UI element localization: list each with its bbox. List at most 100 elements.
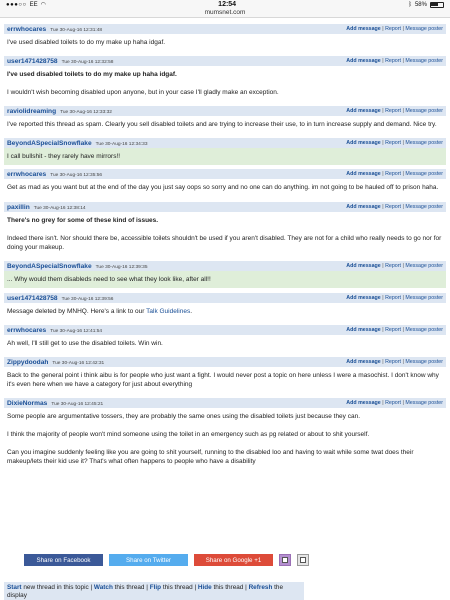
post-actions: Add message | Report | Message poster [346,26,443,32]
message-poster-link[interactable]: Message poster [405,400,443,406]
post-author[interactable]: Zippydoodah [7,359,48,366]
post-timestamp: Tue 30-Aug-16 12:45:21 [51,401,104,407]
message-poster-link[interactable]: Message poster [405,140,443,146]
message-poster-link[interactable]: Message poster [405,171,443,177]
refresh-display-link[interactable]: Refresh [249,584,273,591]
report-link[interactable]: Report [385,400,401,406]
post-paragraph: I've reported this thread as spam. Clear… [7,121,437,128]
post-paragraph: I think the majority of people won't min… [7,431,370,438]
post-author-block: errwhocares Tue 30-Aug-16 12:41:54 [7,327,102,334]
email-icon[interactable] [279,554,291,566]
print-icon[interactable] [297,554,309,566]
post-author[interactable]: BeyondASpecialSnowflake [7,263,92,270]
post-author[interactable]: raviolidreaming [7,108,56,115]
report-link[interactable]: Report [385,108,401,114]
post-actions: Add message | Report | Message poster [346,400,443,406]
report-link[interactable]: Report [385,263,401,269]
post-body: I've reported this thread as spam. Clear… [4,116,446,133]
post-author[interactable]: user1471428758 [7,295,58,302]
post: user1471428758 Tue 30-Aug-16 12:39:56 Add … [4,293,446,320]
add-message-link[interactable]: Add message [346,263,380,269]
message-poster-link[interactable]: Message poster [405,204,443,210]
post-header: raviolidreaming Tue 30-Aug-16 12:33:32 Add… [4,106,446,116]
start-thread-link[interactable]: Start [7,584,22,591]
post-body: I've used disabled toilets to do my make… [4,66,446,101]
report-link[interactable]: Report [385,140,401,146]
post: raviolidreaming Tue 30-Aug-16 12:33:32 Add… [4,106,446,133]
post-author[interactable]: errwhocares [7,171,46,178]
add-message-link[interactable]: Add message [346,171,380,177]
post: errwhocares Tue 30-Aug-16 12:35:56 Add mes… [4,169,446,196]
share-facebook-button[interactable]: Share on Facebook [24,554,103,566]
share-twitter-button[interactable]: Share on Twitter [109,554,188,566]
post-author-block: raviolidreaming Tue 30-Aug-16 12:33:32 [7,108,112,115]
message-poster-link[interactable]: Message poster [405,58,443,64]
message-poster-link[interactable]: Message poster [405,295,443,301]
post-author[interactable]: DixieNormas [7,400,47,407]
add-message-link[interactable]: Add message [346,359,380,365]
hide-thread-link[interactable]: Hide [198,584,212,591]
post: Zippydoodah Tue 30-Aug-16 12:42:31 Add mes… [4,357,446,393]
report-link[interactable]: Report [385,359,401,365]
add-message-link[interactable]: Add message [346,327,380,333]
message-poster-link[interactable]: Message poster [405,26,443,32]
flip-thread-link[interactable]: Flip [150,584,161,591]
post-author[interactable]: user1471428758 [7,58,58,65]
post-actions: Add message | Report | Message poster [346,295,443,301]
add-message-link[interactable]: Add message [346,140,380,146]
post-body: Some people are argumentative tossers, t… [4,408,446,470]
post-paragraph: Some people are argumentative tossers, t… [7,413,361,420]
post-header: BeyondASpecialSnowflake Tue 30-Aug-16 12:… [4,138,446,148]
post: BeyondASpecialSnowflake Tue 30-Aug-16 12:… [4,261,446,288]
report-link[interactable]: Report [385,327,401,333]
post-author[interactable]: errwhocares [7,327,46,334]
carrier: EE [29,1,38,8]
report-link[interactable]: Report [385,171,401,177]
post-author[interactable]: paxillin [7,204,30,211]
report-link[interactable]: Report [385,26,401,32]
address-bar[interactable]: mumsnet.com [0,9,450,18]
share-bar: Share on Facebook Share on Twitter Share… [24,554,309,566]
add-message-link[interactable]: Add message [346,295,380,301]
post-author[interactable]: errwhocares [7,26,46,33]
post-body: I've used disabled toilets to do my make… [4,34,446,51]
message-poster-link[interactable]: Message poster [405,359,443,365]
report-link[interactable]: Report [385,295,401,301]
signal-icon: ●●●○○ [6,1,27,8]
post-author-block: DixieNormas Tue 30-Aug-16 12:45:21 [7,400,103,407]
report-link[interactable]: Report [385,58,401,64]
report-link[interactable]: Report [385,204,401,210]
battery-percent: 58% [414,1,427,8]
message-poster-link[interactable]: Message poster [405,108,443,114]
add-message-link[interactable]: Add message [346,204,380,210]
add-message-link[interactable]: Add message [346,108,380,114]
post-timestamp: Tue 30-Aug-16 12:38:14 [33,205,86,211]
post-paragraph: I call bullshit - they rarely have mirro… [7,153,121,160]
post-author-block: user1471428758 Tue 30-Aug-16 12:32:58 [7,58,113,65]
post-header: paxillin Tue 30-Aug-16 12:38:14 Add messag… [4,202,446,212]
post-author[interactable]: BeyondASpecialSnowflake [7,140,92,147]
post-header: user1471428758 Tue 30-Aug-16 12:39:56 Add … [4,293,446,303]
add-message-link[interactable]: Add message [346,26,380,32]
post-paragraph: I've used disabled toilets to do my make… [7,71,177,78]
post-timestamp: Tue 30-Aug-16 12:35:56 [50,172,103,178]
thread: errwhocares Tue 30-Aug-16 12:31:48 Add mes… [4,24,446,470]
post-header: BeyondASpecialSnowflake Tue 30-Aug-16 12:… [4,261,446,271]
post-header: DixieNormas Tue 30-Aug-16 12:45:21 Add mes… [4,398,446,408]
wifi-icon: ◠ [40,2,46,8]
message-poster-link[interactable]: Message poster [405,327,443,333]
talk-guidelines-link[interactable]: Talk Guidelines [146,308,190,315]
share-google-button[interactable]: Share on Google +1 [194,554,273,566]
watch-thread-link[interactable]: Watch [94,584,113,591]
post-timestamp: Tue 30-Aug-16 12:31:48 [50,27,103,33]
post: errwhocares Tue 30-Aug-16 12:41:54 Add mes… [4,325,446,352]
post-author-block: BeyondASpecialSnowflake Tue 30-Aug-16 12:… [7,263,147,270]
post-timestamp: Tue 30-Aug-16 12:34:33 [95,141,148,147]
message-poster-link[interactable]: Message poster [405,263,443,269]
post-header: errwhocares Tue 30-Aug-16 12:41:54 Add mes… [4,325,446,335]
post-header: errwhocares Tue 30-Aug-16 12:31:48 Add mes… [4,24,446,34]
add-message-link[interactable]: Add message [346,400,380,406]
post-body: I call bullshit - they rarely have mirro… [4,148,446,165]
add-message-link[interactable]: Add message [346,58,380,64]
thread-actions: Start new thread in this topic | Watch t… [4,582,304,600]
